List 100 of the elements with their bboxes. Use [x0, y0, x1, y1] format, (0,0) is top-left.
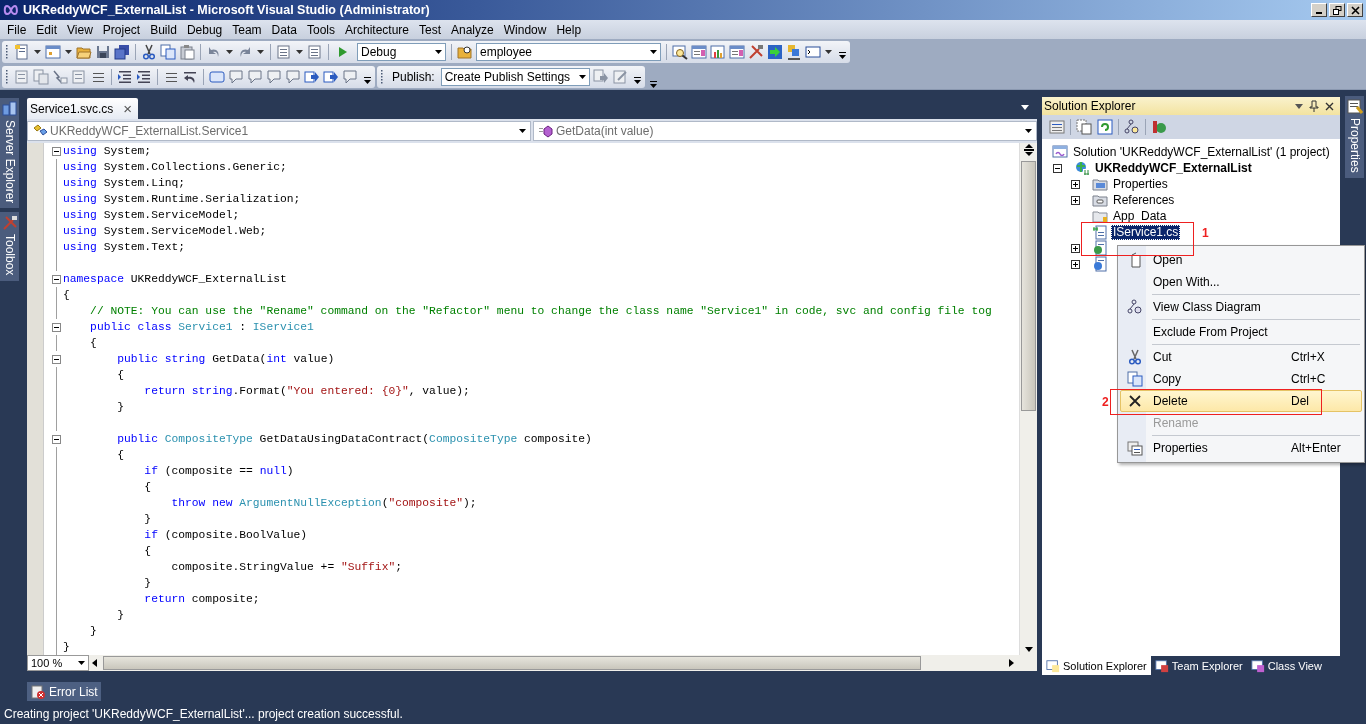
navigate-back-icon[interactable]: [276, 44, 292, 60]
tools-icon[interactable]: [748, 44, 764, 60]
start-page-icon[interactable]: [767, 44, 783, 60]
menu-item[interactable]: Help: [551, 22, 587, 37]
grip-handle[interactable]: [5, 44, 8, 60]
next-folder-bookmark-icon[interactable]: [285, 69, 301, 85]
menu-item[interactable]: Architecture: [339, 22, 414, 37]
solution-explorer-icon[interactable]: [672, 44, 688, 60]
quick-info-icon[interactable]: [52, 69, 68, 85]
move-icon[interactable]: [323, 69, 339, 85]
close-icon[interactable]: [1325, 101, 1334, 111]
scrollbar-thumb[interactable]: [1021, 161, 1036, 411]
object-browser-icon[interactable]: [710, 44, 726, 60]
panel-tab[interactable]: Team Explorer: [1150, 656, 1247, 675]
caret-icon[interactable]: [226, 50, 233, 54]
publish-settings-icon[interactable]: [611, 69, 628, 85]
zoom-dropdown[interactable]: 100 %: [27, 655, 89, 671]
collapse-icon[interactable]: [52, 274, 61, 284]
publish-icon[interactable]: [592, 69, 609, 85]
caret-icon[interactable]: [1021, 105, 1029, 110]
menu-item[interactable]: Exclude From Project: [1120, 321, 1362, 343]
tree-item[interactable]: UKReddyWCF_ExternalList: [1093, 160, 1254, 176]
caret-icon[interactable]: [65, 50, 72, 54]
class-diagram-icon[interactable]: [1124, 119, 1140, 135]
navigate-forward-icon[interactable]: [307, 44, 323, 60]
command-window-icon[interactable]: [805, 44, 821, 60]
menu-item[interactable]: Window: [498, 22, 552, 37]
menu-item[interactable]: Test: [414, 22, 446, 37]
tree-item[interactable]: References: [1111, 192, 1177, 208]
collapse-icon[interactable]: [52, 322, 61, 332]
type-dropdown[interactable]: UKReddyWCF_ExternalList.Service1: [27, 121, 531, 141]
expander-icon[interactable]: [1053, 163, 1062, 173]
menu-item[interactable]: Debug: [181, 22, 228, 37]
show-all-files-icon[interactable]: [1076, 119, 1092, 135]
pin-icon[interactable]: [1309, 100, 1319, 112]
configuration-dropdown[interactable]: Debug: [357, 43, 446, 61]
cut-icon[interactable]: [141, 44, 157, 60]
grip-handle[interactable]: [380, 69, 383, 85]
clear-bookmarks-icon[interactable]: [304, 69, 320, 85]
member-dropdown[interactable]: GetData(int value): [533, 121, 1037, 141]
caret-icon[interactable]: [257, 50, 264, 54]
menu-item[interactable]: Open With...: [1120, 271, 1362, 293]
side-panel-tab[interactable]: Properties: [1345, 96, 1364, 178]
list-members-icon[interactable]: [14, 69, 30, 85]
menu-item[interactable]: Project: [97, 22, 146, 37]
menu-item[interactable]: View Class Diagram: [1120, 296, 1362, 318]
menu-item[interactable]: Build: [145, 22, 182, 37]
caret-icon[interactable]: [296, 50, 303, 54]
overflow-icon[interactable]: [839, 52, 846, 59]
collapse-icon[interactable]: [52, 146, 61, 156]
caret-icon[interactable]: [1295, 103, 1303, 109]
toolbox-icon[interactable]: [729, 44, 745, 60]
restore-button[interactable]: [1329, 3, 1345, 17]
expander-icon[interactable]: [1071, 259, 1080, 269]
caret-icon[interactable]: [34, 50, 41, 54]
toggle-bookmark-icon[interactable]: [209, 69, 225, 85]
copy-icon[interactable]: [160, 44, 176, 60]
side-panel-tab[interactable]: Toolbox: [0, 212, 19, 281]
properties-window-icon[interactable]: [691, 44, 707, 60]
menu-item[interactable]: Cut Ctrl+X: [1120, 346, 1362, 368]
menu-item[interactable]: Open: [1120, 249, 1362, 271]
tree-item[interactable]: Properties: [1111, 176, 1170, 192]
properties-icon[interactable]: [1049, 119, 1065, 135]
expander-icon[interactable]: [1071, 179, 1080, 189]
publish-dropdown[interactable]: Create Publish Settings: [440, 68, 590, 86]
menu-item[interactable]: Edit: [31, 22, 63, 37]
expander-icon[interactable]: [1071, 195, 1080, 205]
save-icon[interactable]: [95, 44, 111, 60]
menu-item[interactable]: Delete Del: [1120, 390, 1362, 412]
find-in-files-icon[interactable]: [457, 44, 473, 60]
save-all-icon[interactable]: [114, 44, 130, 60]
panel-tab[interactable]: Solution Explorer: [1042, 656, 1151, 675]
new-project-icon[interactable]: [14, 44, 30, 60]
minimize-button[interactable]: [1311, 3, 1327, 17]
grip-handle[interactable]: [5, 69, 8, 85]
expander-icon[interactable]: [1071, 243, 1080, 253]
menu-item[interactable]: Team: [227, 22, 267, 37]
menu-item[interactable]: Analyze: [446, 22, 499, 37]
menu-item[interactable]: Properties Alt+Enter: [1120, 437, 1362, 459]
outdent-icon[interactable]: [117, 69, 133, 85]
side-panel-tab[interactable]: Server Explorer: [0, 98, 19, 209]
menu-item[interactable]: File: [2, 22, 32, 37]
extension-manager-icon[interactable]: [786, 44, 802, 60]
find-field[interactable]: employee: [476, 43, 661, 61]
menu-item[interactable]: View: [62, 22, 98, 37]
menu-item[interactable]: Copy Ctrl+C: [1120, 368, 1362, 390]
splitter-handle[interactable]: [1021, 143, 1036, 157]
overflow-icon[interactable]: [364, 77, 371, 84]
collapse-icon[interactable]: [52, 354, 61, 364]
tree-item[interactable]: IService1.cs: [1111, 224, 1181, 240]
menu-item[interactable]: Data: [266, 22, 302, 37]
caret-icon[interactable]: [825, 50, 832, 54]
bubble-icon[interactable]: [342, 69, 358, 85]
overflow-icon[interactable]: [633, 77, 641, 84]
overflow-icon[interactable]: [649, 81, 657, 88]
paste-icon[interactable]: [179, 44, 195, 60]
tree-item[interactable]: Solution 'UKReddyWCF_ExternalList' (1 project): [1071, 144, 1332, 160]
complete-word-icon[interactable]: [71, 69, 87, 85]
previous-bookmark-icon[interactable]: [228, 69, 244, 85]
previous-folder-bookmark-icon[interactable]: [266, 69, 282, 85]
